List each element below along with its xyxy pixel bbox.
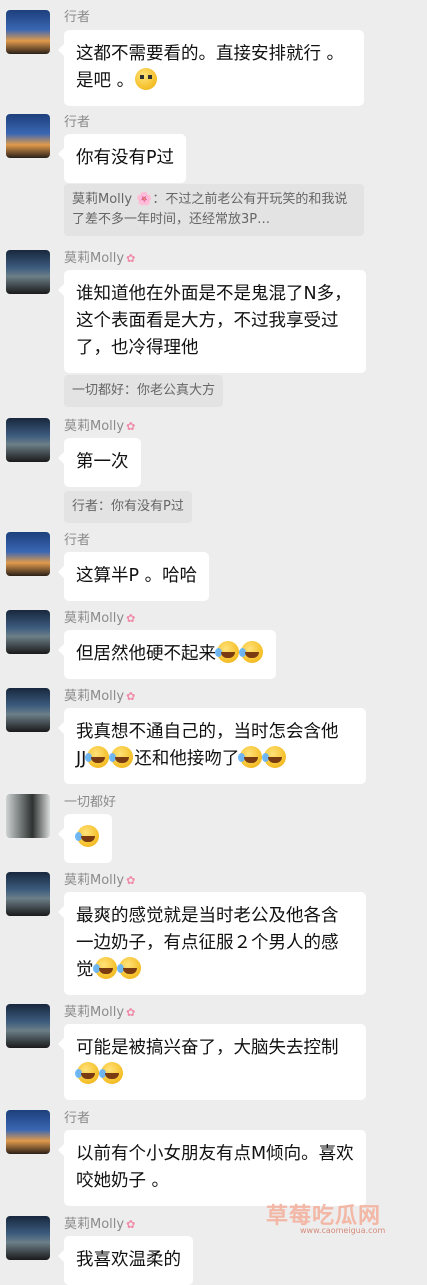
laughing-emoji-icon	[215, 641, 239, 663]
message-text: 还和他接吻了	[134, 749, 240, 769]
sender-name: 莫莉Molly ✿	[64, 689, 136, 704]
sender-name: 莫莉Molly ✿	[64, 611, 136, 626]
flower-icon: ✿	[126, 1006, 136, 1019]
laughing-emoji-icon	[85, 746, 110, 768]
laughing-emoji-icon	[238, 746, 263, 768]
avatar[interactable]	[6, 688, 50, 732]
laughing-emoji-icon	[109, 746, 134, 768]
watermark-url: www.caomeigua.com	[300, 1226, 386, 1235]
message-text: 第一次	[76, 452, 129, 472]
sender-name: 行者	[64, 1111, 91, 1126]
avatar[interactable]	[6, 250, 50, 294]
message-bubble[interactable]: 我真想不通自己的，当时怎会含他 JJ 还和他接吻了	[58, 708, 366, 784]
message-text: 谁知道他在外面是不是鬼混了N多，这个表面看是大方，不过我享受过了，也冷得理他	[76, 284, 352, 358]
message-bubble[interactable]: 这算半P 。哈哈	[57, 552, 210, 601]
flower-icon: ✿	[126, 690, 136, 703]
avatar[interactable]	[6, 114, 50, 158]
sender-name: 一切都好	[64, 795, 117, 810]
quoted-message[interactable]: 行者：你有没有P过	[64, 491, 192, 523]
message-bubble[interactable]: 但居然他硬不起来	[58, 630, 276, 679]
sender-name: 莫莉Molly ✿	[64, 1005, 136, 1020]
sender-name: 莫莉Molly ✿	[64, 873, 136, 888]
flower-icon: ✿	[126, 252, 136, 265]
quoted-message[interactable]: 莫莉Molly 🌸：不过之前老公有开玩笑的和我说了差不多一年时间，还经常放3P…	[64, 184, 364, 236]
flushed-emoji-icon	[135, 68, 158, 90]
message-text: 但居然他硬不起来	[76, 644, 216, 664]
avatar[interactable]	[6, 10, 50, 54]
message-bubble[interactable]: 以前有个小女朋友有点M倾向。喜欢咬她奶子 。	[58, 1130, 366, 1206]
laughing-emoji-icon	[92, 957, 117, 979]
laughing-emoji-icon	[99, 1062, 123, 1084]
message-text: 可能是被搞兴奋了，大脑失去控制	[76, 1038, 339, 1058]
sender-name: 莫莉Molly ✿	[64, 251, 136, 266]
laughing-emoji-icon	[75, 825, 99, 847]
avatar[interactable]	[6, 1216, 50, 1260]
avatar[interactable]	[6, 1004, 50, 1048]
avatar[interactable]	[6, 1110, 50, 1154]
flower-icon: ✿	[126, 612, 136, 625]
avatar[interactable]	[6, 872, 50, 916]
sender-name: 行者	[64, 115, 91, 130]
avatar[interactable]	[6, 610, 50, 654]
sender-name: 莫莉Molly ✿	[64, 419, 136, 434]
message-text: 你有没有P过	[76, 148, 175, 168]
message-text: 我真想不通自己的，当时怎会含他	[76, 722, 339, 742]
laughing-emoji-icon	[239, 641, 263, 663]
message-bubble[interactable]: 谁知道他在外面是不是鬼混了N多，这个表面看是大方，不过我享受过了，也冷得理他	[58, 270, 366, 373]
quoted-message[interactable]: 一切都好：你老公真大方	[64, 375, 224, 407]
sender-name: 行者	[64, 533, 91, 548]
flower-icon: ✿	[126, 420, 136, 433]
message-bubble[interactable]: 这都不需要看的。直接安排就行 。是吧 。	[58, 30, 364, 106]
sender-name: 莫莉Molly ✿	[64, 1217, 136, 1232]
message-text: 以前有个小女朋友有点M倾向。喜欢咬她奶子 。	[76, 1144, 354, 1191]
message-bubble[interactable]	[58, 814, 112, 863]
laughing-emoji-icon	[75, 1062, 99, 1084]
message-bubble[interactable]: 你有没有P过	[57, 134, 187, 183]
message-bubble[interactable]: 第一次	[58, 438, 141, 487]
message-bubble[interactable]: 最爽的感觉就是当时老公及他各含一边奶子，有点征服２个男人的感觉	[58, 892, 366, 995]
message-text: 这算半P 。哈哈	[76, 566, 198, 586]
avatar[interactable]	[6, 794, 50, 838]
laughing-emoji-icon	[116, 957, 141, 979]
laughing-emoji-icon	[262, 746, 287, 768]
message-text: 我喜欢温柔的	[76, 1250, 181, 1270]
flower-icon: ✿	[126, 1218, 136, 1231]
message-bubble[interactable]: 我喜欢温柔的	[58, 1236, 193, 1285]
sender-name: 行者	[64, 10, 91, 25]
message-text: 这都不需要看的。直接安排就行 。是吧 。	[76, 44, 345, 91]
flower-icon: ✿	[126, 874, 136, 887]
avatar[interactable]	[6, 418, 50, 462]
message-bubble[interactable]: 可能是被搞兴奋了，大脑失去控制	[58, 1024, 366, 1100]
avatar[interactable]	[6, 532, 50, 576]
